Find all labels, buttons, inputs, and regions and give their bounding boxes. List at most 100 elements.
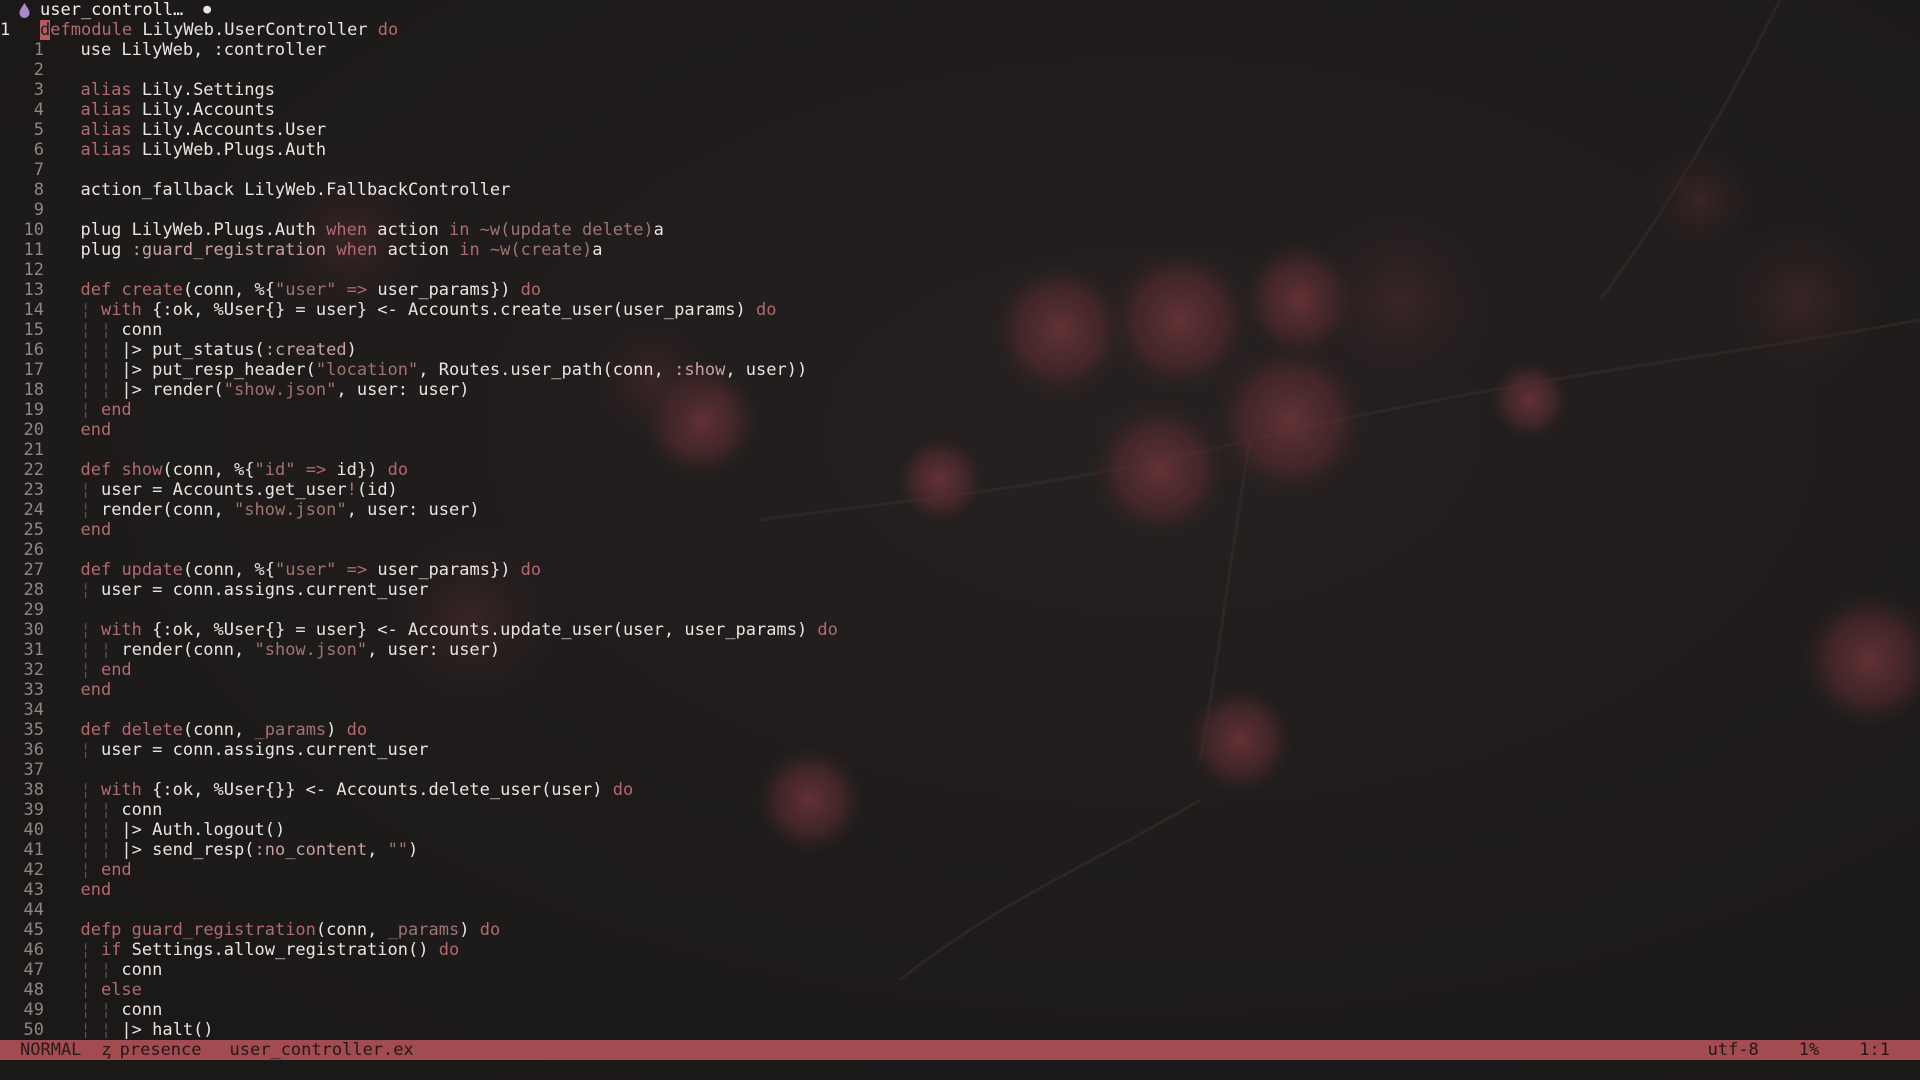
code-line[interactable]: 14 ¦ with {:ok, %User{} = user} <- Accou… [0, 300, 1920, 320]
code-line[interactable]: 43 end [0, 880, 1920, 900]
code-line[interactable]: 48 ¦ else [0, 980, 1920, 1000]
code-line[interactable]: 3 alias Lily.Settings [0, 80, 1920, 100]
code-text: ¦ if Settings.allow_registration() do [60, 940, 459, 960]
code-line[interactable]: 13 def create(conn, %{"user" => user_par… [0, 280, 1920, 300]
code-token: guard_registration [131, 920, 316, 940]
line-number: 30 [23, 620, 44, 640]
code-token: end [60, 880, 112, 900]
code-line[interactable]: 10 plug LilyWeb.Plugs.Auth when action i… [0, 220, 1920, 240]
code-token: Lily.Accounts [131, 100, 275, 120]
code-line[interactable]: 4 alias Lily.Accounts [0, 100, 1920, 120]
code-line[interactable]: 24 ¦ render(conn, "show.json", user: use… [0, 500, 1920, 520]
line-number: 34 [23, 700, 44, 720]
code-text: def update(conn, %{"user" => user_params… [60, 560, 541, 580]
code-line[interactable]: 49 ¦ ¦ conn [0, 1000, 1920, 1020]
code-line[interactable]: 9 [0, 200, 1920, 220]
code-line[interactable]: 8 action_fallback LilyWeb.FallbackContro… [0, 180, 1920, 200]
code-text: ¦ end [60, 860, 131, 880]
line-number: 39 [23, 800, 44, 820]
code-line[interactable]: 11 plug :guard_registration when action … [0, 240, 1920, 260]
elixir-drop-icon [19, 3, 30, 18]
code-token: ¦ [60, 620, 101, 640]
code-token: with [100, 300, 142, 320]
code-token: ¦ [60, 480, 101, 500]
line-number: 8 [33, 180, 44, 200]
code-line[interactable]: 50 ¦ ¦ |> halt() [0, 1020, 1920, 1040]
code-line[interactable]: 1 use LilyWeb, :controller [0, 40, 1920, 60]
tab-user-controller[interactable]: user_controll… ● [0, 0, 217, 20]
code-line[interactable]: 19 ¦ end [0, 400, 1920, 420]
code-token: {:ok, %User{} = user} <- Accounts.update… [141, 620, 818, 640]
code-line[interactable]: 35 def delete(conn, _params) do [0, 720, 1920, 740]
code-line[interactable]: 44 [0, 900, 1920, 920]
code-line[interactable]: 41 ¦ ¦ |> send_resp(:no_content, "") [0, 840, 1920, 860]
code-line[interactable]: 42 ¦ end [0, 860, 1920, 880]
code-line[interactable]: 37 [0, 760, 1920, 780]
line-number: 45 [23, 920, 44, 940]
code-line[interactable]: 18 ¦ ¦ |> render("show.json", user: user… [0, 380, 1920, 400]
code-token: if [100, 940, 122, 960]
code-text: use LilyWeb, :controller [60, 40, 326, 60]
code-line[interactable]: 21 [0, 440, 1920, 460]
line-number: 16 [23, 340, 44, 360]
code-token: ¦ ¦ [60, 340, 122, 360]
code-token: LilyWeb.Plugs.Auth [131, 140, 327, 160]
code-line[interactable]: 7 [0, 160, 1920, 180]
code-token: end [60, 420, 112, 440]
code-token: do [756, 300, 777, 320]
code-line[interactable]: 12 [0, 260, 1920, 280]
line-number: 27 [23, 560, 44, 580]
code-line[interactable]: 17 ¦ ¦ |> put_resp_header("location", Ro… [0, 360, 1920, 380]
code-line[interactable]: 29 [0, 600, 1920, 620]
code-line[interactable]: 33 end [0, 680, 1920, 700]
code-token: ¦ ¦ [60, 360, 122, 380]
code-line[interactable]: 22 def show(conn, %{"id" => id}) do [0, 460, 1920, 480]
modified-dot-icon[interactable]: ● [203, 0, 211, 20]
code-line[interactable]: 46 ¦ if Settings.allow_registration() do [0, 940, 1920, 960]
code-text: ¦ with {:ok, %User{} = user} <- Accounts… [60, 300, 776, 320]
code-token: |> render( [121, 380, 224, 400]
code-token: update [121, 560, 183, 580]
code-line[interactable]: 15 ¦ ¦ conn [0, 320, 1920, 340]
code-line[interactable]: 38 ¦ with {:ok, %User{}} <- Accounts.del… [0, 780, 1920, 800]
code-token: end [60, 520, 112, 540]
code-line[interactable]: 5 alias Lily.Accounts.User [0, 120, 1920, 140]
code-line[interactable]: 32 ¦ end [0, 660, 1920, 680]
code-line[interactable]: 2 [0, 60, 1920, 80]
code-token: defmodule [40, 20, 133, 40]
scroll-percent: 1% [1798, 1040, 1820, 1060]
code-token: ¦ [60, 660, 101, 680]
code-text: ¦ ¦ |> put_resp_header("location", Route… [60, 360, 807, 380]
code-line[interactable]: 40 ¦ ¦ |> Auth.logout() [0, 820, 1920, 840]
code-line[interactable]: 36 ¦ user = conn.assigns.current_user [0, 740, 1920, 760]
line-number: 22 [23, 460, 44, 480]
line-number: 18 [23, 380, 44, 400]
code-token: else [100, 980, 142, 1000]
code-token: ¦ ¦ [60, 380, 122, 400]
code-line[interactable]: 45 defp guard_registration(conn, _params… [0, 920, 1920, 940]
code-line[interactable]: 23 ¦ user = Accounts.get_user!(id) [0, 480, 1920, 500]
code-line[interactable]: 34 [0, 700, 1920, 720]
code-line[interactable]: 6 alias LilyWeb.Plugs.Auth [0, 140, 1920, 160]
code-line[interactable]: 20 end [0, 420, 1920, 440]
code-editor[interactable]: 1 defmodule LilyWeb.UserController do 1 us… [0, 20, 1920, 1040]
code-line[interactable]: 27 def update(conn, %{"user" => user_par… [0, 560, 1920, 580]
code-line[interactable]: 1 defmodule LilyWeb.UserController do [0, 20, 1920, 40]
code-line[interactable]: 16 ¦ ¦ |> put_status(:created) [0, 340, 1920, 360]
line-number: 6 [33, 140, 44, 160]
code-line[interactable]: 31 ¦ ¦ render(conn, "show.json", user: u… [0, 640, 1920, 660]
code-line[interactable]: 28 ¦ user = conn.assigns.current_user [0, 580, 1920, 600]
line-number: 43 [23, 880, 44, 900]
code-token: do [817, 620, 838, 640]
code-line[interactable]: 26 [0, 540, 1920, 560]
code-text: ¦ end [60, 660, 131, 680]
code-line[interactable]: 39 ¦ ¦ conn [0, 800, 1920, 820]
code-text: def delete(conn, _params) do [60, 720, 367, 740]
code-line[interactable]: 47 ¦ ¦ conn [0, 960, 1920, 980]
line-number: 5 [33, 120, 44, 140]
code-text: end [60, 520, 111, 540]
code-line[interactable]: 30 ¦ with {:ok, %User{} = user} <- Accou… [0, 620, 1920, 640]
code-token: Settings.allow_registration() [121, 940, 439, 960]
code-line[interactable]: 25 end [0, 520, 1920, 540]
